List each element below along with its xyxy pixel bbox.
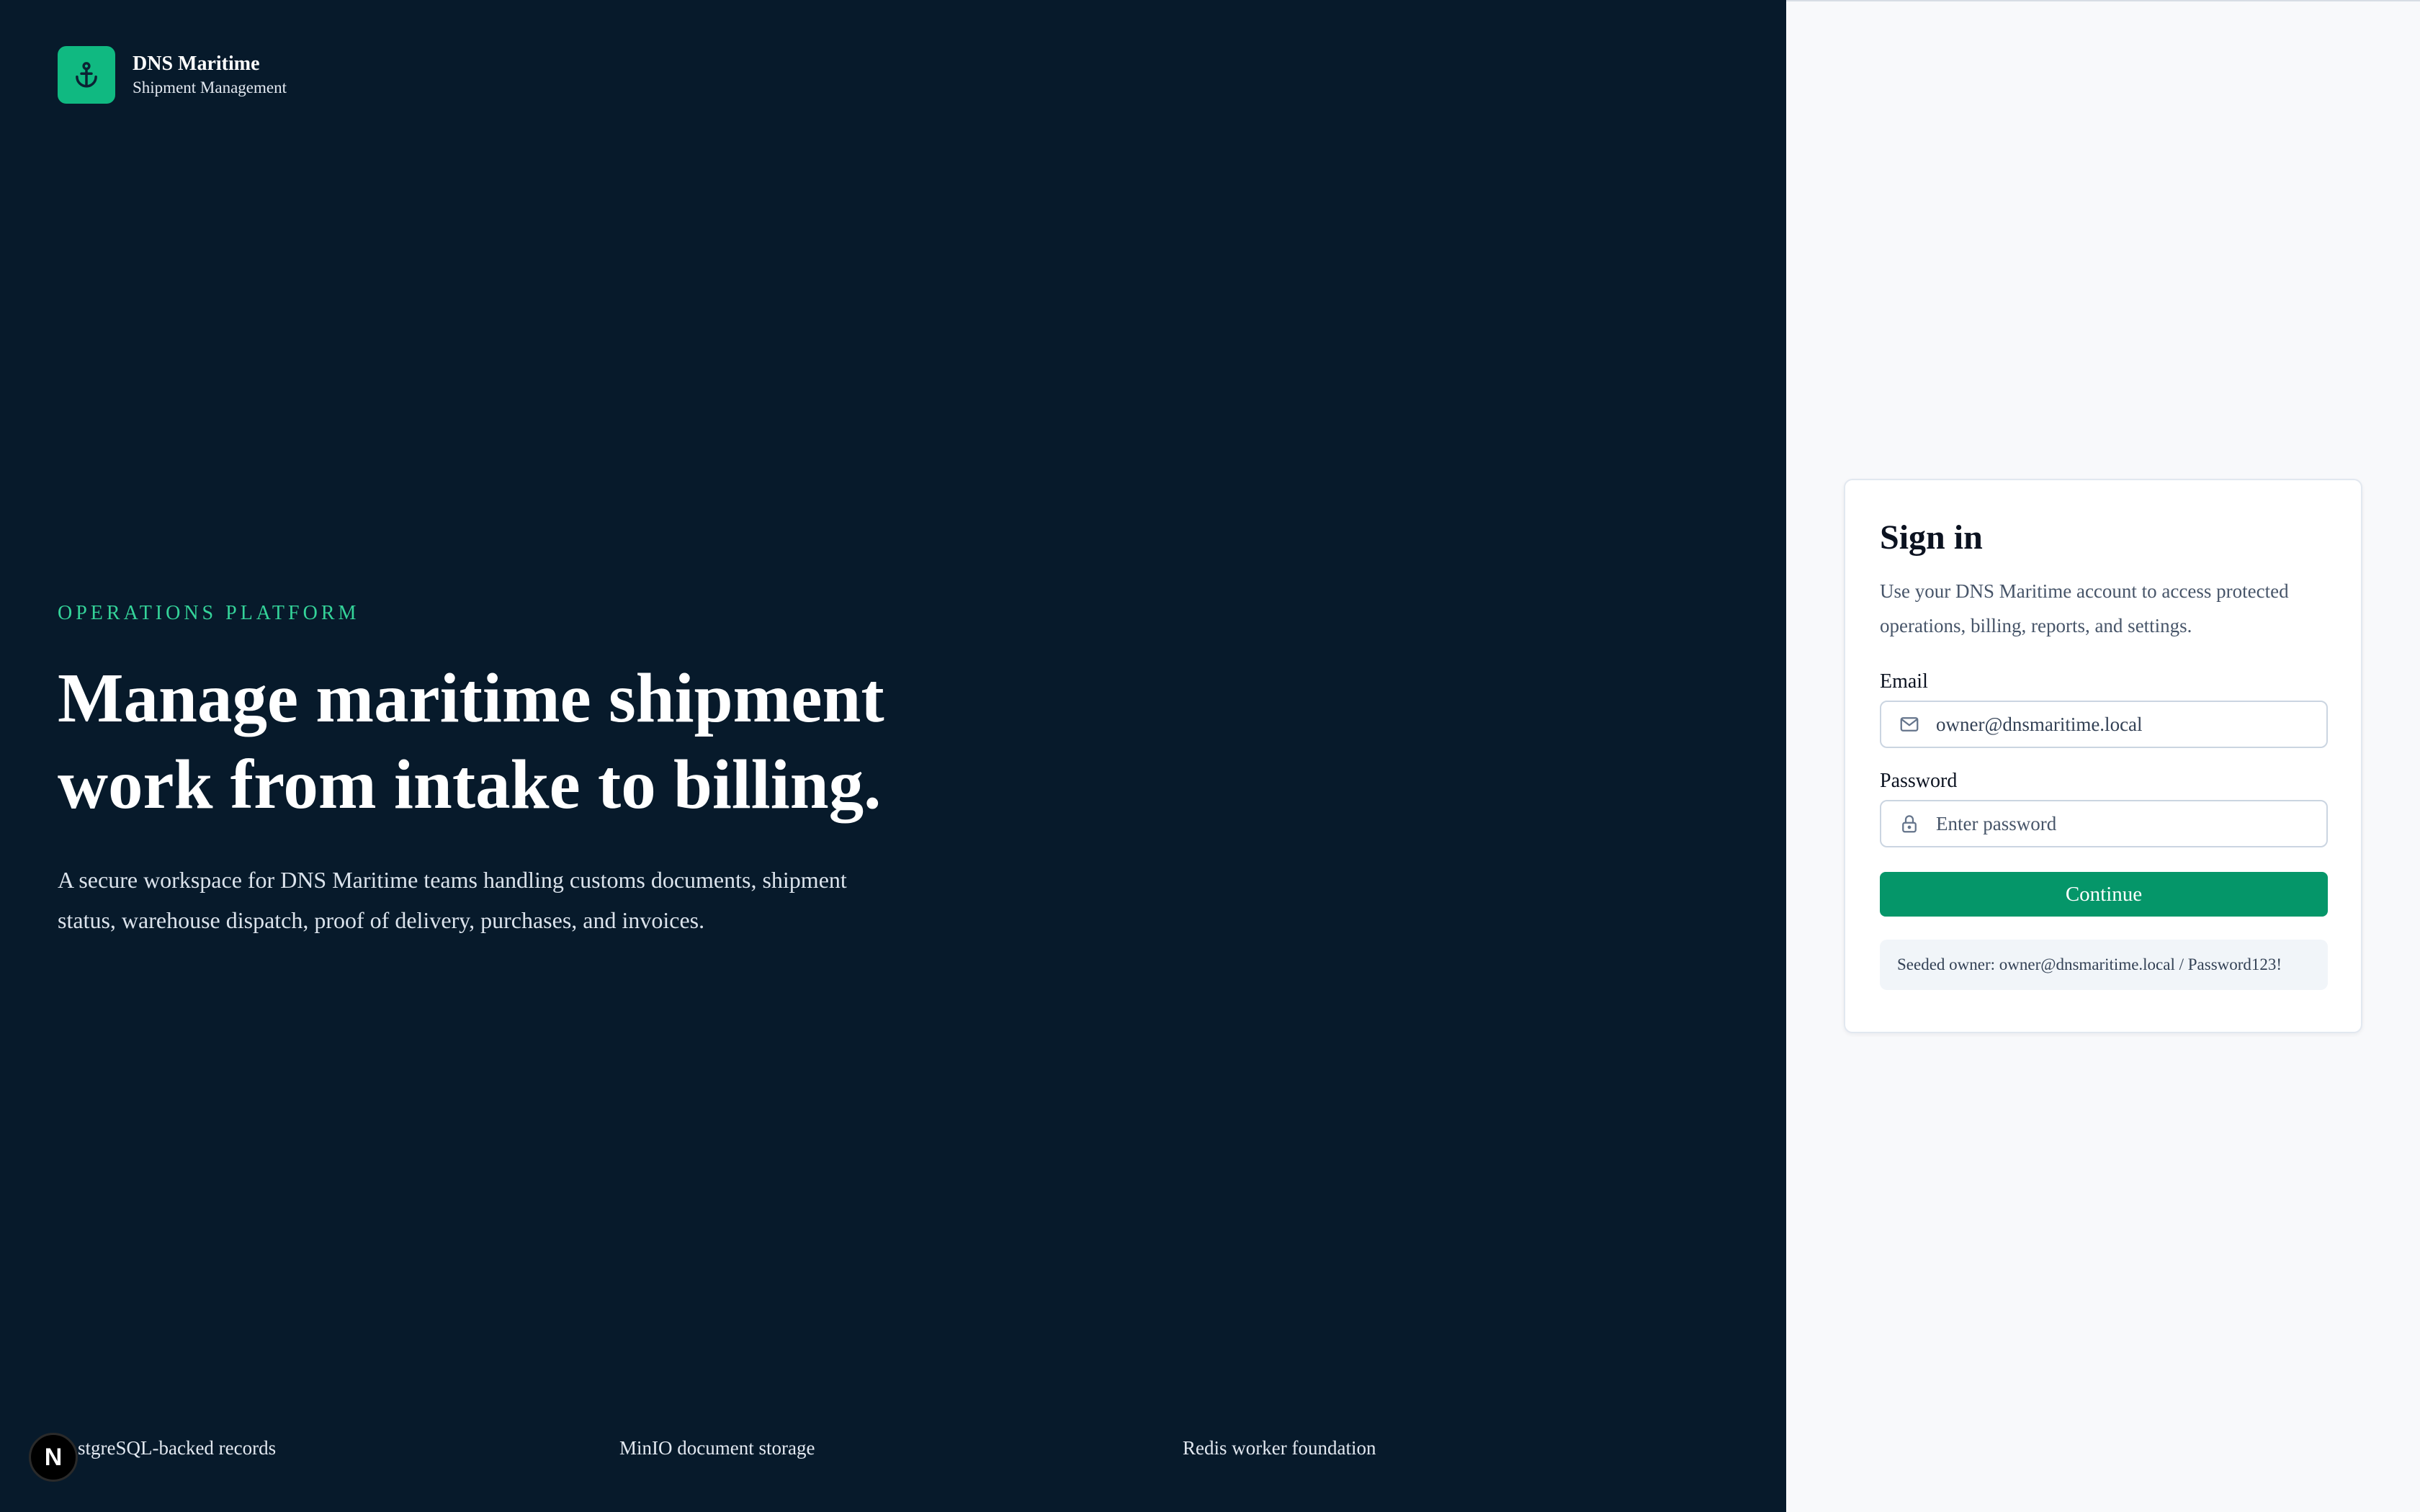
nextjs-dev-badge[interactable]: N [29, 1433, 78, 1482]
hero-panel: DNS Maritime Shipment Management OPERATI… [0, 0, 1786, 1512]
lock-icon [1897, 811, 1922, 836]
mail-icon [1897, 712, 1922, 737]
feature-redis: Redis worker foundation [1183, 1437, 1376, 1459]
seeded-owner-hint: Seeded owner: owner@dnsmaritime.local / … [1880, 940, 2328, 990]
signin-card: Sign in Use your DNS Maritime account to… [1844, 479, 2362, 1033]
hero-headline: Manage maritime shipment work from intak… [58, 655, 994, 828]
brand-name: DNS Maritime [133, 53, 260, 75]
hero-headline-line-2: work from intake to billing. [58, 746, 882, 823]
hero-eyebrow: OPERATIONS PLATFORM [58, 602, 360, 624]
email-field[interactable] [1880, 701, 2328, 748]
email-input[interactable] [1936, 713, 2311, 736]
feature-postgres: stgreSQL-backed records [78, 1437, 277, 1459]
hero-headline-line-1: Manage maritime shipment [58, 660, 884, 737]
brand-subtitle: Shipment Management [133, 78, 287, 96]
hero-description: A secure workspace for DNS Maritime team… [58, 867, 847, 933]
feature-minio: MinIO document storage [619, 1437, 815, 1459]
signin-description: Use your DNS Maritime account to access … [1880, 580, 2289, 636]
anchor-icon [58, 46, 115, 104]
password-input[interactable] [1936, 812, 2311, 835]
brand: DNS Maritime Shipment Management [58, 46, 287, 104]
continue-button[interactable]: Continue [1880, 872, 2328, 917]
password-field[interactable] [1880, 800, 2328, 847]
email-label: Email [1880, 670, 1928, 693]
password-label: Password [1880, 770, 1958, 792]
signin-title: Sign in [1880, 518, 1983, 557]
